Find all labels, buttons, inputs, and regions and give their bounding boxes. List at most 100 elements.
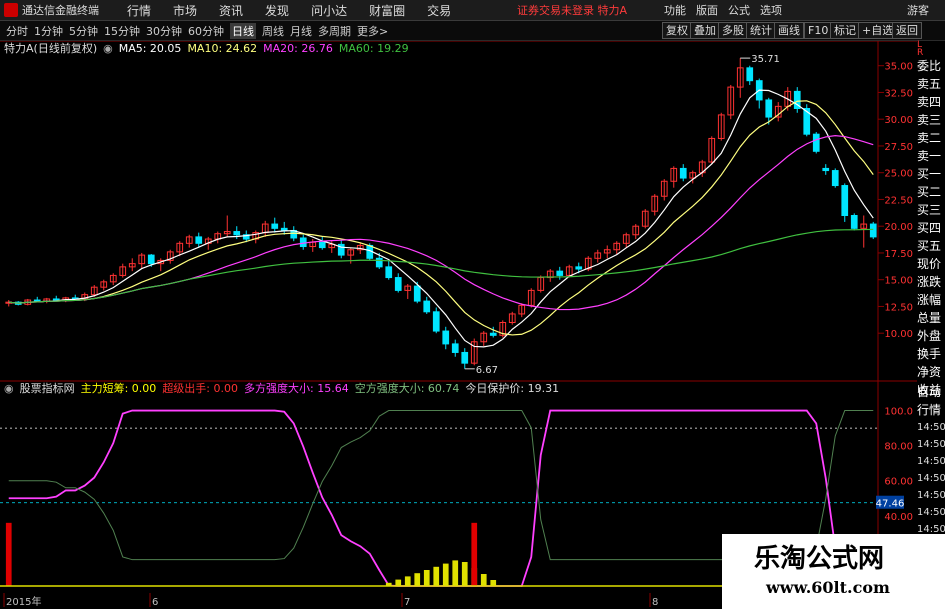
date-label: 8 (652, 597, 658, 607)
menu-item-discover[interactable]: 发现 (265, 2, 289, 19)
candle-body (299, 237, 307, 248)
btn-adjust[interactable]: 复权 (662, 22, 692, 39)
candle-body (195, 236, 203, 244)
candle-body (442, 330, 450, 345)
btn-mark[interactable]: 标记 (830, 22, 860, 39)
candle-body (765, 99, 773, 118)
accumulation-bar (452, 560, 459, 586)
accumulation-bar (442, 563, 449, 586)
price-tick-label: 30.00 (884, 115, 913, 126)
indicator-tick-label: 80.00 (884, 442, 913, 453)
sidebar-label: 买四 (917, 221, 942, 235)
tf-5min[interactable]: 5分钟 (69, 23, 98, 39)
menu-formula[interactable]: 公式 (728, 2, 750, 18)
btn-multi-stock[interactable]: 多股 (718, 22, 748, 39)
price-tick-label: 17.50 (884, 249, 913, 260)
menu-function[interactable]: 功能 (664, 2, 686, 18)
candle-body (432, 311, 440, 332)
guest-label[interactable]: 游客 (907, 2, 929, 18)
tf-multi[interactable]: 多周期 (318, 23, 351, 39)
candle-body (52, 298, 60, 301)
menu-item-ask[interactable]: 问小达 (311, 2, 347, 19)
accumulation-bar (480, 574, 487, 586)
tick-time: 14:50 (917, 473, 945, 484)
watermark-title: 乐淘公式网 (754, 544, 885, 574)
tf-daily[interactable]: 日线 (230, 22, 256, 39)
sidebar-label: 买二 (917, 185, 942, 199)
sidebar-label: 外盘 (917, 329, 942, 343)
indicator-tag: 47.46 (876, 499, 905, 510)
app-logo-icon (4, 3, 18, 17)
candle-body (841, 185, 849, 216)
menu-item-wealth[interactable]: 财富圈 (369, 2, 405, 19)
date-label: 7 (404, 597, 410, 607)
candle-body (318, 241, 326, 249)
sidebar-label: 净资 (917, 365, 942, 379)
candle-body (831, 170, 839, 187)
tf-more[interactable]: 更多> (357, 23, 388, 39)
menu-bar: 通达信金融终端 行情 市场 资讯 发现 问小达 财富圈 交易 证券交易未登录 特… (0, 0, 945, 21)
candle-body (271, 223, 279, 229)
sidebar-label: 卖二 (917, 131, 942, 145)
btn-draw[interactable]: 画线 (774, 22, 804, 39)
signal-bar (471, 522, 478, 586)
sidebar-tab-label[interactable]: 自动 (917, 383, 945, 401)
ma5-line (8, 89, 874, 348)
price-tick-label: 22.50 (884, 195, 913, 206)
tf-30min[interactable]: 30分钟 (146, 23, 182, 39)
btn-f10[interactable]: F10 (804, 22, 833, 39)
candle-body (489, 332, 497, 336)
sidebar-label: 卖四 (917, 95, 942, 109)
tf-monthly[interactable]: 月线 (290, 23, 312, 39)
sidebar-label: 现价 (917, 257, 942, 271)
watermark-url: www.60lt.com (766, 578, 890, 597)
indicator-tick-label: 60.00 (884, 477, 913, 488)
menu-item-market[interactable]: 市场 (173, 2, 197, 19)
candle-body (556, 270, 564, 276)
btn-back[interactable]: 返回 (892, 22, 922, 39)
sidebar-label: R (917, 48, 924, 58)
candle-body (812, 133, 820, 152)
sidebar-label: 买五 (917, 239, 942, 253)
login-notice[interactable]: 证券交易未登录 特力A (517, 2, 627, 18)
tf-intraday[interactable]: 分时 (6, 23, 28, 39)
ma10-line (8, 100, 874, 336)
btn-overlay[interactable]: 叠加 (690, 22, 720, 39)
watermark-banner: 乐淘公式网 www.60lt.com (722, 534, 945, 609)
sidebar-label: 卖一 (917, 149, 942, 163)
sidebar-label: 涨跌 (917, 275, 942, 289)
menu-options[interactable]: 选项 (760, 2, 782, 18)
price-tick-label: 35.00 (884, 62, 913, 73)
tick-time: 14:50 (917, 456, 945, 467)
accumulation-bar (490, 580, 497, 586)
sidebar-label: 卖三 (917, 113, 942, 127)
sidebar-tab-label[interactable]: 行情 (917, 401, 945, 419)
tf-15min[interactable]: 15分钟 (104, 23, 140, 39)
tf-60min[interactable]: 60分钟 (188, 23, 224, 39)
accumulation-bar (414, 573, 421, 586)
price-tick-label: 12.50 (884, 302, 913, 313)
btn-stats[interactable]: 统计 (746, 22, 776, 39)
sidebar-label: 涨幅 (917, 293, 942, 307)
app-title: 通达信金融终端 (22, 4, 99, 17)
candle-body (822, 167, 830, 172)
candle-body (233, 231, 241, 236)
tf-1min[interactable]: 1分钟 (34, 23, 63, 39)
timeframe-toolbar: 分时 1分钟 5分钟 15分钟 30分钟 60分钟 日线 周线 月线 多周期 更… (0, 21, 945, 41)
signal-bar (5, 522, 12, 586)
tick-time: 14:50 (917, 422, 945, 433)
candlestick-chart[interactable]: 100.0 80.00 60.00 40.00 47.46 10.00 12.50 15.0… (0, 41, 917, 607)
candle-body (850, 215, 858, 229)
candle-body (869, 223, 877, 238)
sidebar-label: 买三 (917, 203, 942, 217)
candle-body (375, 257, 383, 268)
ma60-line (8, 228, 874, 304)
menu-item-trade[interactable]: 交易 (427, 2, 451, 19)
menu-item-news[interactable]: 资讯 (219, 2, 243, 19)
candle-body (147, 254, 155, 265)
candle-body (746, 67, 754, 82)
menu-layout[interactable]: 版面 (696, 2, 718, 18)
menu-item-quotes[interactable]: 行情 (127, 2, 151, 19)
tf-weekly[interactable]: 周线 (262, 23, 284, 39)
accumulation-bar (395, 579, 402, 586)
